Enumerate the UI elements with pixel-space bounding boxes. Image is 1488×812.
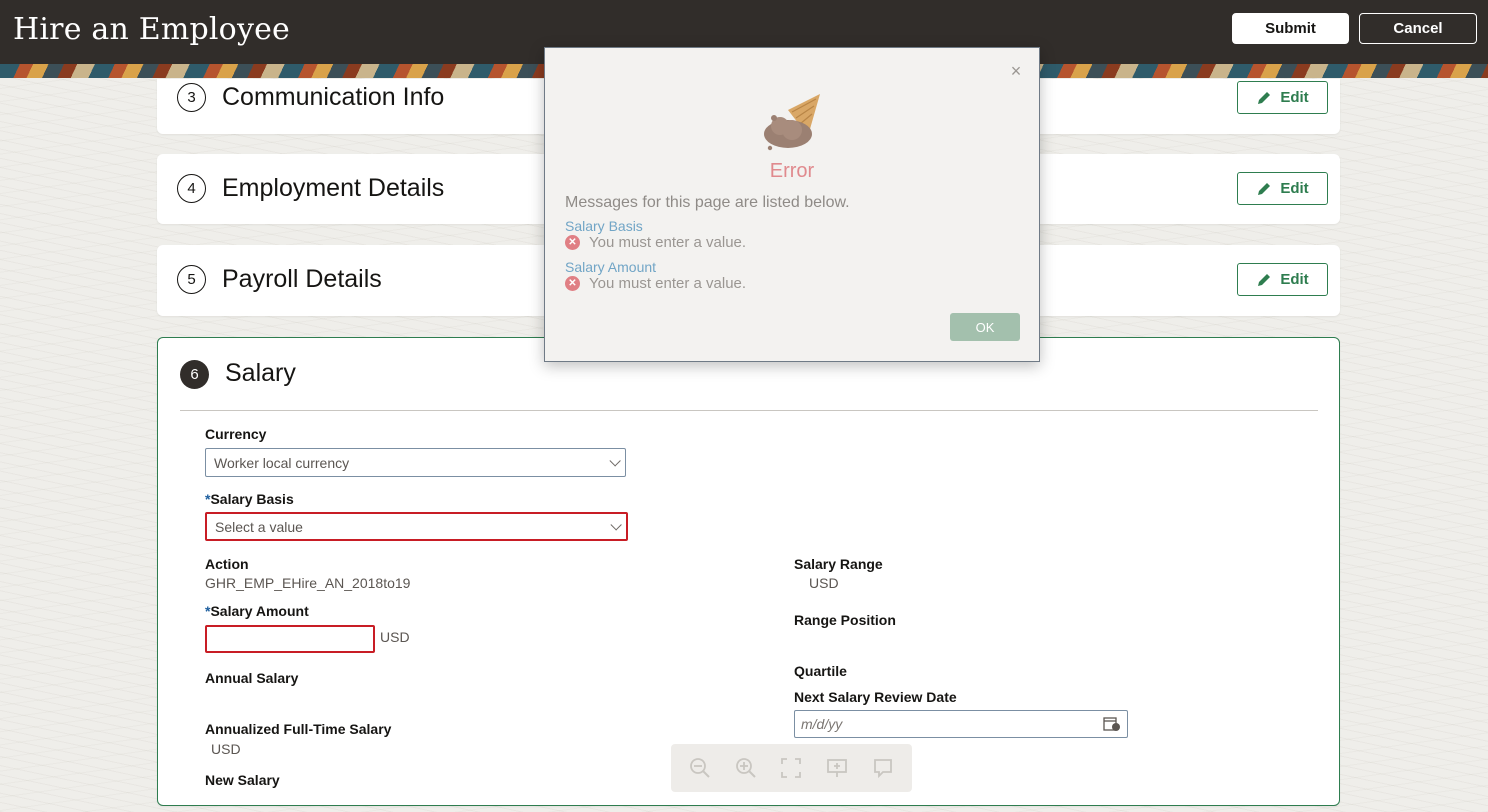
close-icon[interactable]: × [1007,61,1025,81]
zoom-in-icon[interactable] [734,756,758,780]
zoom-out-icon[interactable] [688,756,712,780]
error-field-link[interactable]: Salary Basis [565,218,643,234]
dropped-ice-cream-icon [764,94,820,151]
error-icon: ✕ [565,276,580,291]
pencil-icon [1258,273,1271,286]
review-date-input[interactable]: m/d/yy [794,710,1128,738]
new-salary-label: New Salary [205,772,280,788]
salary-basis-label: *Salary Basis [205,491,294,507]
error-message-text: You must enter a value. [589,234,747,251]
error-icon: ✕ [565,235,580,250]
section-title: Payroll Details [222,265,382,293]
comment-icon[interactable] [871,756,895,780]
step-number: 5 [177,265,206,294]
edit-employment-button[interactable]: Edit [1237,172,1328,205]
calendar-icon[interactable] [1103,716,1121,732]
error-message: ✕ You must enter a value. [565,234,746,251]
dialog-intro: Messages for this page are listed below. [565,194,850,211]
salary-range-label: Salary Range [794,556,883,572]
section-title: Salary [225,359,296,387]
pencil-icon [1258,91,1271,104]
error-message-text: You must enter a value. [589,275,747,292]
chevron-down-icon [609,454,621,467]
ok-button[interactable]: OK [950,313,1020,341]
review-date-placeholder: m/d/yy [801,716,843,732]
edit-label: Edit [1280,271,1309,288]
annualized-salary-label: Annualized Full-Time Salary [205,721,392,737]
action-label: Action [205,556,249,572]
cancel-button[interactable]: Cancel [1359,13,1477,44]
salary-basis-placeholder: Select a value [215,518,303,535]
section-divider [180,410,1318,411]
currency-value: Worker local currency [214,454,350,471]
currency-label: Currency [205,426,267,442]
edit-label: Edit [1280,180,1309,197]
review-date-label: Next Salary Review Date [794,689,957,705]
section-title: Employment Details [222,174,445,202]
section-salary: 6 Salary Currency Worker local currency … [157,337,1340,806]
range-position-label: Range Position [794,612,896,628]
error-field-link[interactable]: Salary Amount [565,259,656,275]
error-dialog: × Error Messages for this page are liste… [544,47,1040,362]
chevron-down-icon [610,518,622,531]
action-value: GHR_EMP_EHire_AN_2018to19 [205,575,411,591]
page-title: Hire an Employee [13,12,290,47]
section-title: Communication Info [222,83,445,111]
zoom-toolbar [671,744,912,792]
step-number: 3 [177,83,206,112]
present-icon[interactable] [825,756,849,780]
annualized-salary-currency: USD [211,741,241,757]
dialog-title: Error [769,160,815,182]
edit-label: Edit [1280,89,1309,106]
error-message: ✕ You must enter a value. [565,275,746,292]
edit-payroll-button[interactable]: Edit [1237,263,1328,296]
salary-amount-label-text: Salary Amount [210,603,309,619]
salary-amount-input[interactable] [205,625,375,653]
salary-range-currency: USD [809,575,839,591]
fit-screen-icon[interactable] [779,756,803,780]
quartile-label: Quartile [794,663,847,679]
pencil-icon [1258,182,1271,195]
step-number: 4 [177,174,206,203]
submit-button[interactable]: Submit [1232,13,1349,44]
salary-amount-label: *Salary Amount [205,603,309,619]
annual-salary-label: Annual Salary [205,670,299,686]
salary-amount-currency: USD [380,629,410,645]
currency-select[interactable]: Worker local currency [205,448,626,477]
salary-basis-select[interactable]: Select a value [205,512,628,541]
edit-communication-button[interactable]: Edit [1237,81,1328,114]
step-number: 6 [180,360,209,389]
salary-basis-label-text: Salary Basis [210,491,294,507]
